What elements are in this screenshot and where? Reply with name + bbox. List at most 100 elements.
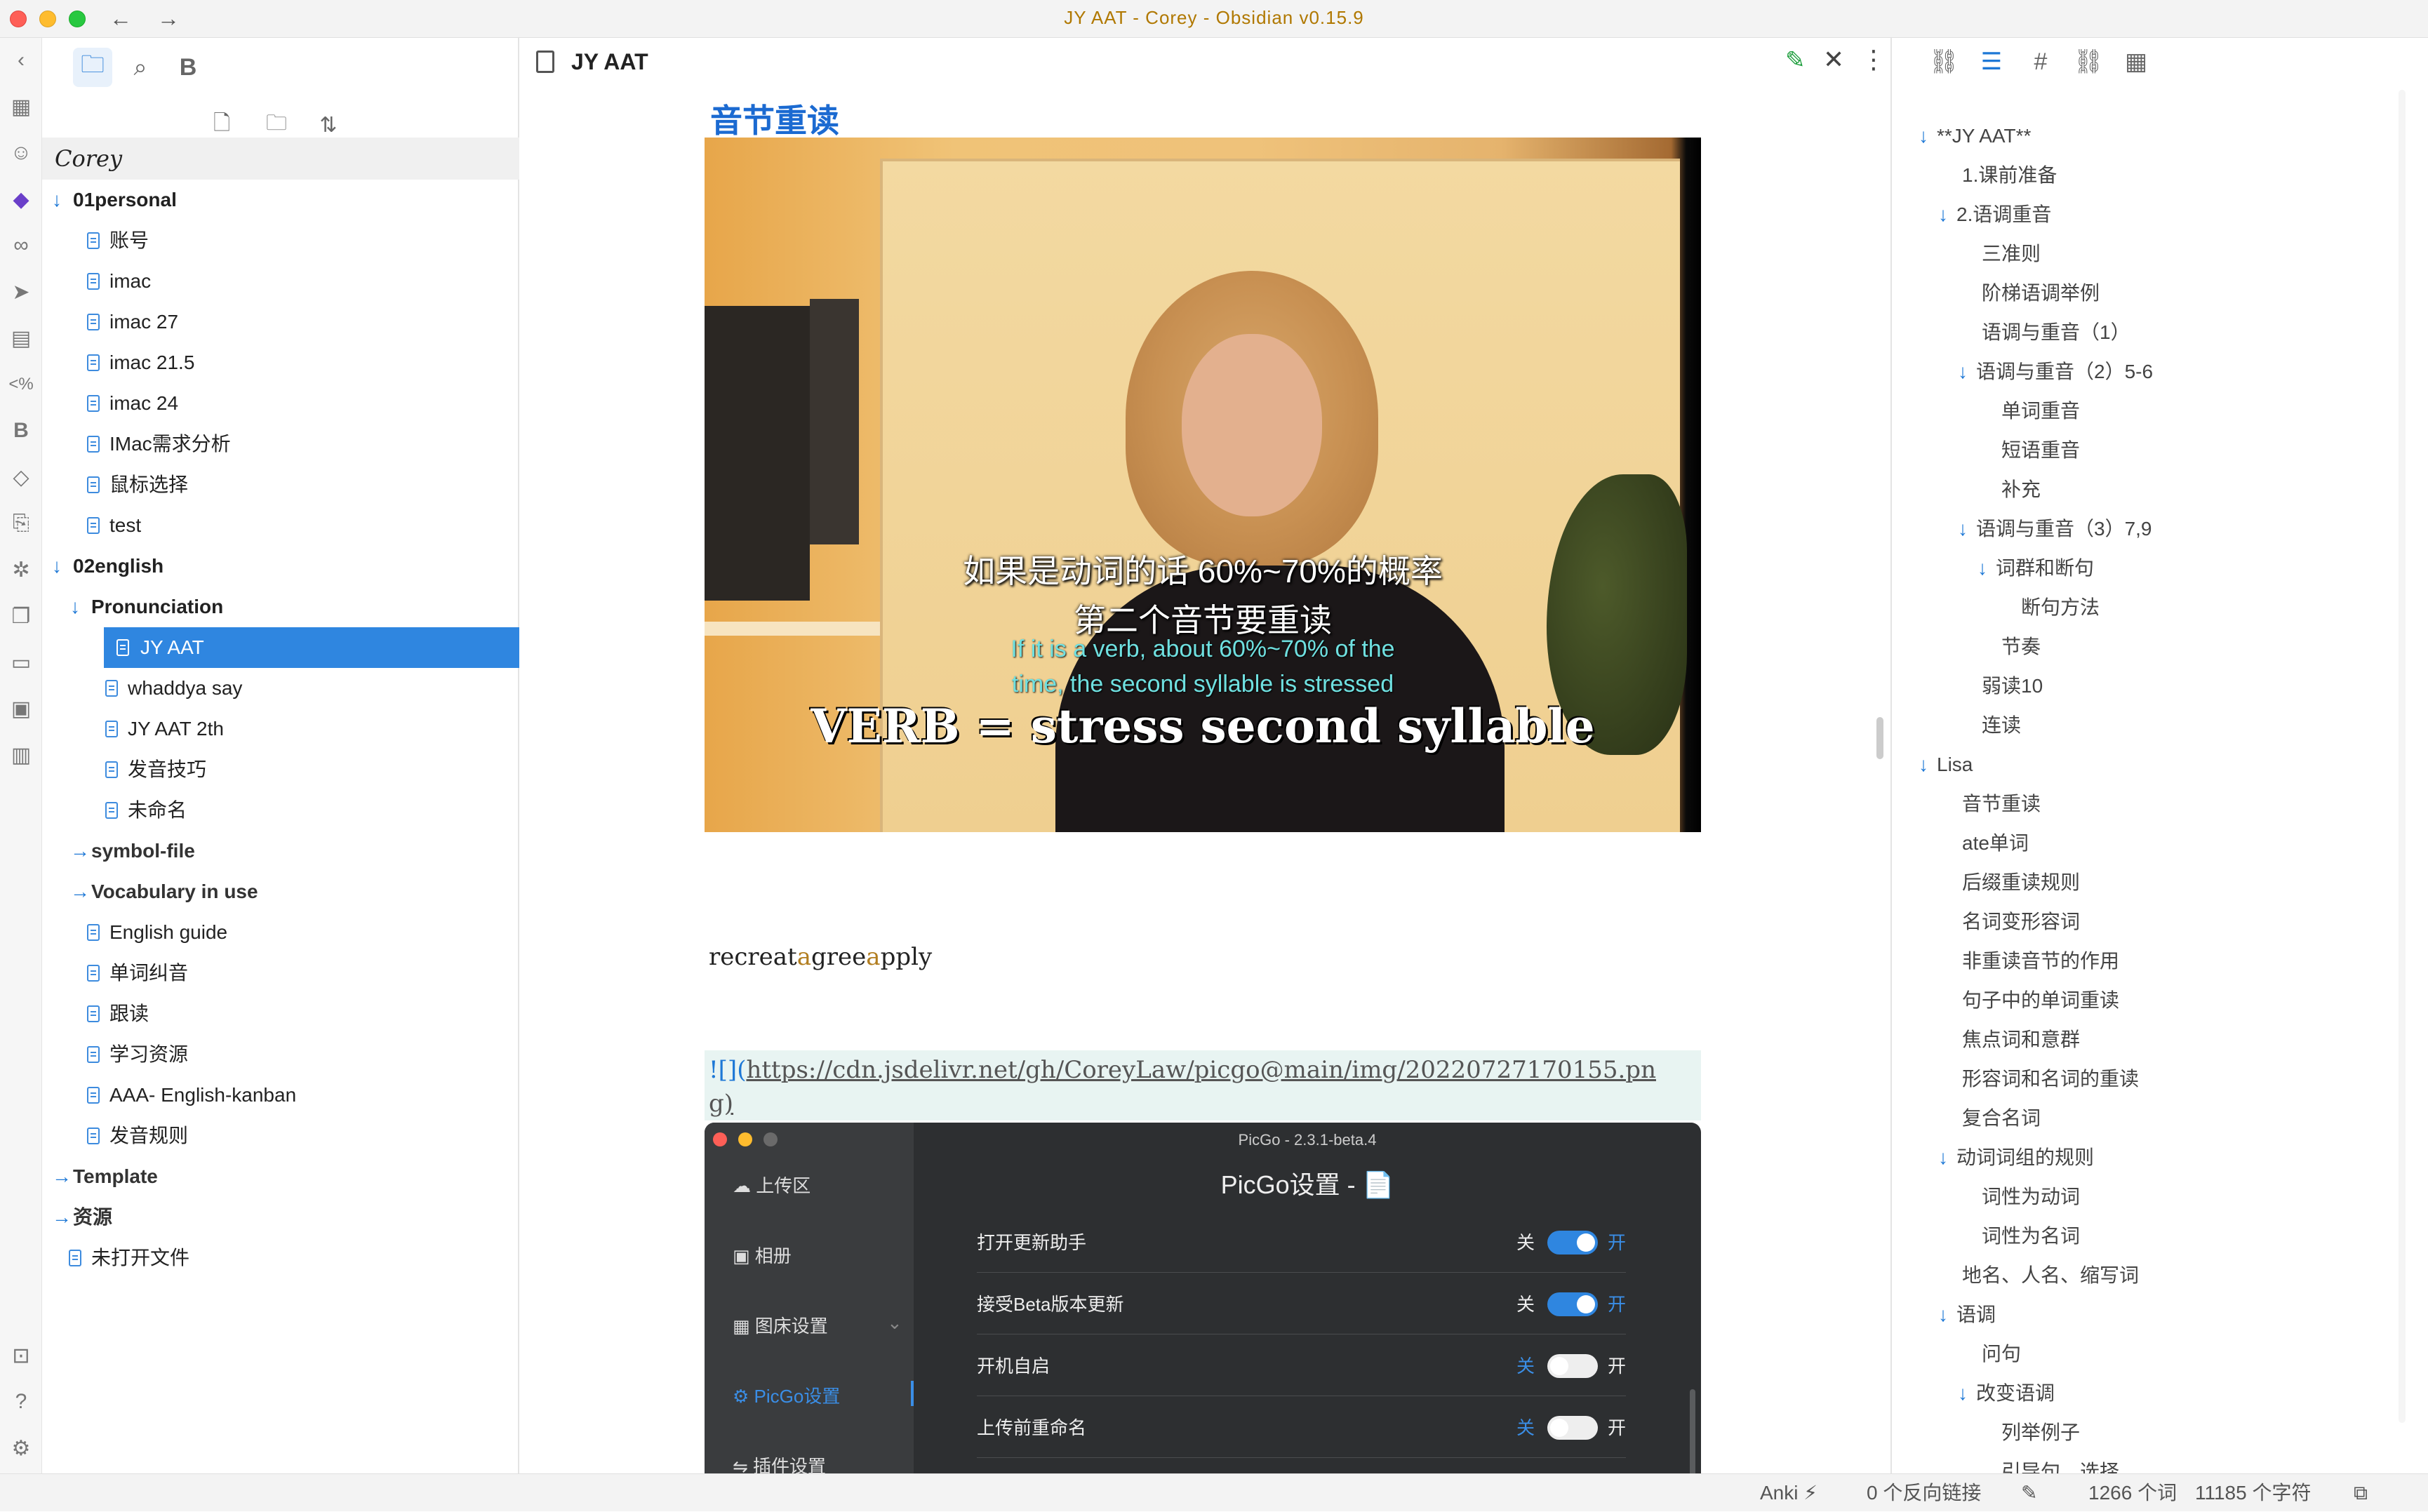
collapse-arrow-icon[interactable]: ↓ — [1958, 352, 1968, 392]
help-icon[interactable]: ? — [7, 1388, 35, 1416]
bookmark-tab-icon[interactable]: B — [168, 48, 208, 87]
outline-heading-item[interactable]: 句子中的单词重读 — [1892, 981, 2411, 1020]
folder-expanded-arrow-icon[interactable]: ↓ — [52, 180, 62, 220]
vault-icon[interactable]: ⊡ — [7, 1342, 35, 1370]
outline-heading-item[interactable]: 1.课前准备 — [1892, 156, 2411, 195]
outline-heading-item[interactable]: 名词变形容词 — [1892, 902, 2411, 942]
anki-status[interactable]: Anki ⚡ — [1760, 1474, 1817, 1512]
collapse-arrow-icon[interactable]: ↓ — [1938, 1295, 1948, 1334]
collapse-sidebar-icon[interactable]: ‹ — [7, 46, 35, 74]
file-item[interactable]: 学习资源 — [42, 1034, 519, 1075]
collapse-arrow-icon[interactable]: ↓ — [1938, 195, 1948, 234]
new-folder-icon[interactable]: 🗀 — [262, 111, 291, 139]
collapse-arrow-icon[interactable]: ↓ — [1958, 1374, 1968, 1413]
settings-icon[interactable]: ⚙ — [7, 1434, 35, 1462]
outline-heading-item[interactable]: 断句方法 — [1892, 588, 2411, 627]
file-item[interactable]: JY AAT 2th — [42, 709, 519, 749]
file-item[interactable]: IMac需求分析 — [42, 424, 519, 464]
outline-heading-item[interactable]: ↓ 语调 — [1892, 1295, 2411, 1334]
outline-heading-item[interactable]: 问句 — [1892, 1334, 2411, 1374]
outline-heading-item[interactable]: 词性为名词 — [1892, 1217, 2411, 1256]
outline-heading-item[interactable]: 形容词和名词的重读 — [1892, 1059, 2411, 1099]
image-url[interactable]: https://cdn.jsdelivr.net/gh/CoreyLaw/pic… — [746, 1056, 1656, 1084]
file-item[interactable]: English guide — [42, 912, 519, 953]
folder-expanded-arrow-icon[interactable]: ↓ — [70, 587, 80, 627]
folder-expanded-arrow-icon[interactable]: ↓ — [52, 546, 62, 587]
outline-heading-item[interactable]: 阶梯语调举例 — [1892, 274, 2411, 313]
folder-item[interactable]: → symbol-file — [42, 831, 519, 871]
close-tab-icon[interactable]: ✕ — [1823, 45, 1844, 74]
file-item[interactable]: 账号 — [42, 220, 519, 261]
outline-heading-item[interactable]: ↓ 动词词组的规则 — [1892, 1138, 2411, 1177]
file-item[interactable]: whaddya say — [42, 668, 519, 709]
obsidian-gem-icon[interactable]: ◆ — [7, 185, 35, 213]
outline-heading-item[interactable]: ↓ 语调与重音（3）7,9 — [1892, 509, 2411, 549]
outline-heading-item[interactable]: ate单词 — [1892, 824, 2411, 863]
more-options-icon[interactable]: ⋮ — [1861, 45, 1886, 74]
file-item[interactable]: imac 21.5 — [42, 342, 519, 383]
file-item[interactable]: 单词纠音 — [42, 953, 519, 993]
quick-switch-icon[interactable]: ⎘ — [7, 509, 35, 537]
folder-collapsed-arrow-icon[interactable]: → — [70, 871, 90, 912]
folder-item[interactable]: → Template — [42, 1156, 519, 1197]
calendar-icon[interactable]: ▤ — [7, 324, 35, 352]
glasses-icon[interactable]: ∞ — [7, 232, 35, 260]
embedded-video-frame[interactable]: 如果是动词的话 60%~70%的概率 第二个音节要重读 If it is a v… — [705, 138, 1701, 832]
files-tab-icon[interactable]: 🗀 — [73, 48, 112, 87]
outline-heading-item[interactable]: ↓ 2.语调重音 — [1892, 195, 2411, 234]
file-item[interactable]: 跟读 — [42, 993, 519, 1034]
outline-heading-item[interactable]: 节奏 — [1892, 627, 2411, 667]
file-item[interactable]: AAA- English-kanban — [42, 1075, 519, 1116]
search-tab-icon[interactable]: ⌕ — [121, 48, 160, 87]
paragraph-text[interactable]: recreatagreeapply — [709, 943, 932, 971]
copy-icon[interactable]: ❐ — [7, 602, 35, 630]
file-item[interactable]: imac 24 — [42, 383, 519, 424]
send-icon[interactable]: ➤ — [7, 278, 35, 306]
file-item[interactable]: 鼠标选择 — [42, 464, 519, 505]
outline-heading-item[interactable]: ↓ **JY AAT** — [1892, 116, 2411, 156]
collapse-arrow-icon[interactable]: ↓ — [1938, 1138, 1948, 1177]
edit-pencil-icon[interactable]: ✎ — [2021, 1474, 2037, 1512]
outline-heading-item[interactable]: 词性为动词 — [1892, 1177, 2411, 1217]
outline-heading-item[interactable]: 列举例子 — [1892, 1413, 2411, 1452]
calendar-tab-icon[interactable]: ▦ — [2116, 42, 2156, 81]
tags-tab-icon[interactable]: # — [2021, 42, 2060, 81]
collapse-arrow-icon[interactable]: ↓ — [1919, 116, 1928, 156]
bold-icon[interactable]: B — [7, 417, 35, 445]
folder-item[interactable]: → Vocabulary in use — [42, 871, 519, 912]
new-note-icon[interactable]: 🗋 — [208, 111, 236, 139]
outline-heading-item[interactable]: ↓ 语调与重音（2）5-6 — [1892, 352, 2411, 392]
outline-scrollbar[interactable] — [2399, 90, 2406, 1423]
outline-heading-item[interactable]: 连读 — [1892, 706, 2411, 745]
outgoing-links-tab-icon[interactable]: ⛓ — [2069, 42, 2108, 81]
folder-item[interactable]: → 资源 — [42, 1197, 519, 1238]
outline-heading-item[interactable]: ↓ 改变语调 — [1892, 1374, 2411, 1413]
mind-icon[interactable]: ☺ — [7, 139, 35, 167]
collapse-arrow-icon[interactable]: ↓ — [1919, 745, 1928, 784]
file-item[interactable]: 未命名 — [42, 790, 519, 831]
table-grid-icon[interactable]: ▥ — [7, 741, 35, 769]
outline-heading-item[interactable]: ↓ Lisa — [1892, 745, 2411, 784]
note-title[interactable]: JY AAT — [571, 49, 648, 75]
graph-icon[interactable]: ✲ — [7, 556, 35, 584]
collapse-arrow-icon[interactable]: ↓ — [1958, 509, 1968, 549]
file-item[interactable]: JY AAT — [104, 627, 519, 668]
outline-heading-item[interactable]: 补充 — [1892, 470, 2411, 509]
outline-tab-icon[interactable]: ☰ — [1972, 42, 2011, 81]
file-item[interactable]: imac — [42, 261, 519, 302]
outline-heading-item[interactable]: 短语重音 — [1892, 431, 2411, 470]
collapse-arrow-icon[interactable]: ↓ — [1977, 549, 1987, 588]
backlinks-count[interactable]: 0 个反向链接 — [1867, 1474, 1981, 1512]
sync-stack-icon[interactable]: ⧉ — [2354, 1474, 2368, 1512]
folder-collapsed-arrow-icon[interactable]: → — [52, 1197, 72, 1238]
outline-heading-item[interactable]: 语调与重音（1） — [1892, 313, 2411, 352]
edit-mode-icon[interactable]: ✎ — [1785, 46, 1806, 74]
outline-heading-item[interactable]: 单词重音 — [1892, 392, 2411, 431]
file-item[interactable]: test — [42, 505, 519, 546]
outline-heading-item[interactable]: 音节重读 — [1892, 784, 2411, 824]
folder-item[interactable]: ↓ 02english — [42, 546, 519, 587]
backlinks-tab-icon[interactable]: ⛓ — [1924, 42, 1963, 81]
file-item[interactable]: 未打开文件 — [42, 1238, 519, 1278]
file-item[interactable]: 发音规则 — [42, 1116, 519, 1156]
outline-heading-item[interactable]: 地名、人名、缩写词 — [1892, 1256, 2411, 1295]
